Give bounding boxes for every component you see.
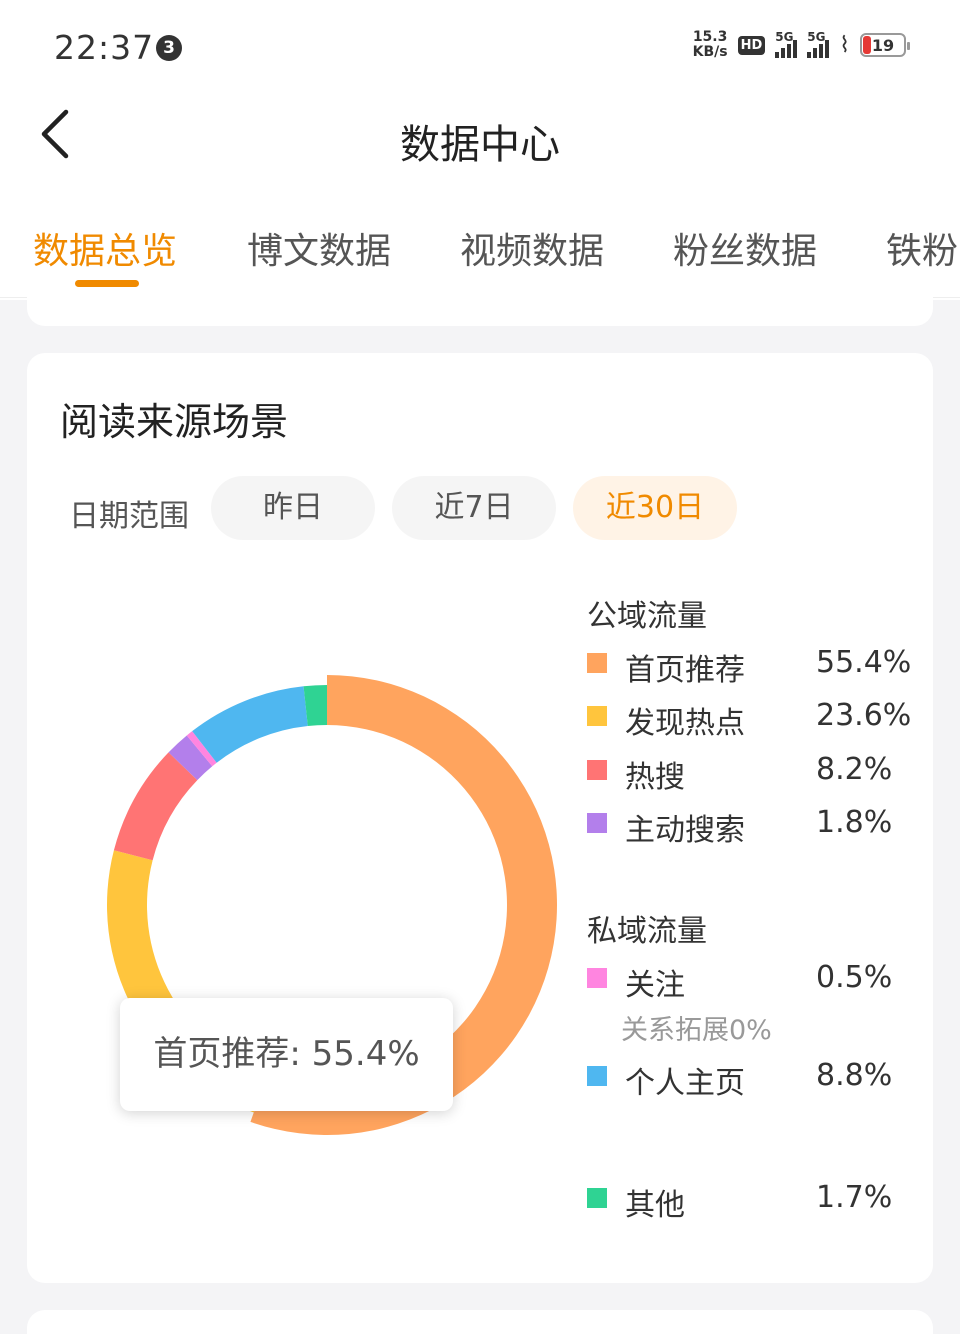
- network-speed-unit: KB/s: [692, 44, 728, 60]
- sim2-network-label: 5G: [807, 30, 826, 44]
- legend-label: 主动搜索: [625, 813, 745, 848]
- donut-slice-2[interactable]: [113, 752, 198, 861]
- legend-swatch: [587, 813, 607, 833]
- tab-video-data[interactable]: 视频数据: [460, 222, 604, 274]
- date-range-label: 日期范围: [69, 499, 189, 534]
- legend-value: 1.8%: [816, 805, 893, 840]
- sim1-network-label: 5G: [775, 30, 794, 44]
- nav-bar: 数据中心: [0, 90, 960, 186]
- legend-item-other[interactable]: 其他 1.7%: [587, 1180, 917, 1223]
- tab-iron-fans[interactable]: 铁粉: [886, 222, 958, 274]
- legend-label: 关注: [625, 968, 685, 1003]
- legend-value: 1.7%: [816, 1180, 893, 1215]
- top-bar: 22:37 3 15.3 KB/s HD 5G 5G ⌇ 19 数据中心 数据总…: [0, 0, 960, 300]
- donut-slice-5[interactable]: [192, 686, 308, 763]
- legend-swatch: [587, 1066, 607, 1086]
- legend-swatch: [587, 1188, 607, 1208]
- active-tab-indicator: [75, 280, 139, 287]
- legend-value: 8.8%: [816, 1058, 893, 1093]
- legend-swatch: [587, 653, 607, 673]
- legend-swatch: [587, 760, 607, 780]
- tab-fans-data[interactable]: 粉丝数据: [673, 222, 817, 274]
- private-traffic-title: 私域流量: [587, 914, 707, 949]
- legend-item-profile-page[interactable]: 个人主页 8.8%: [587, 1058, 917, 1101]
- legend-swatch: [587, 968, 607, 988]
- chart-tooltip: 首页推荐: 55.4%: [120, 998, 453, 1111]
- date-chip-30-days[interactable]: 近30日: [573, 476, 737, 540]
- status-icons: 15.3 KB/s HD 5G 5G ⌇ 19: [693, 30, 910, 60]
- legend-value: 0.5%: [816, 960, 893, 995]
- page-title: 数据中心: [400, 122, 560, 168]
- date-chip-yesterday[interactable]: 昨日: [211, 476, 375, 540]
- relation-expansion-note: 关系拓展0%: [621, 1015, 772, 1046]
- legend-label: 个人主页: [625, 1066, 745, 1101]
- hd-icon: HD: [737, 35, 766, 55]
- legend-swatch: [587, 706, 607, 726]
- status-bar: 22:37 3 15.3 KB/s HD 5G 5G ⌇ 19: [0, 0, 960, 90]
- previous-card: [27, 290, 933, 326]
- status-time: 22:37: [54, 28, 155, 67]
- tab-overview[interactable]: 数据总览: [33, 222, 177, 274]
- network-speed: 15.3 KB/s: [693, 30, 728, 60]
- wifi-icon: ⌇: [839, 32, 850, 58]
- legend-label: 首页推荐: [625, 653, 745, 688]
- battery-level: 19: [871, 35, 895, 55]
- legend-label: 热搜: [625, 760, 685, 795]
- signal-icon-sim1: 5G: [775, 30, 798, 58]
- tab-post-data[interactable]: 博文数据: [247, 222, 391, 274]
- next-card: [27, 1310, 933, 1334]
- legend-value: 55.4%: [816, 645, 912, 680]
- network-speed-value: 15.3: [692, 29, 728, 45]
- tab-bar: 数据总览 博文数据 视频数据 粉丝数据 铁粉: [0, 200, 960, 298]
- reading-source-card: 阅读来源场景 日期范围 昨日 近7日 近30日 首页推荐: 55.4% 公域流量…: [27, 353, 933, 1283]
- legend-item-home-recommend[interactable]: 首页推荐 55.4%: [587, 645, 917, 688]
- card-title: 阅读来源场景: [60, 400, 289, 444]
- legend-label: 发现热点: [625, 706, 745, 741]
- signal-icon-sim2: 5G: [807, 30, 830, 58]
- legend-value: 23.6%: [816, 698, 912, 733]
- legend-value: 8.2%: [816, 752, 893, 787]
- legend-item-active-search[interactable]: 主动搜索 1.8%: [587, 805, 917, 848]
- legend-label: 其他: [625, 1188, 685, 1223]
- public-traffic-title: 公域流量: [587, 599, 707, 634]
- legend-item-follow[interactable]: 关注 0.5%: [587, 960, 917, 1003]
- legend-item-discover-hot[interactable]: 发现热点 23.6%: [587, 698, 917, 741]
- legend-item-hot-search[interactable]: 热搜 8.2%: [587, 752, 917, 795]
- battery-icon: 19: [860, 33, 910, 57]
- date-chip-7-days[interactable]: 近7日: [392, 476, 556, 540]
- notification-count-badge: 3: [156, 35, 182, 61]
